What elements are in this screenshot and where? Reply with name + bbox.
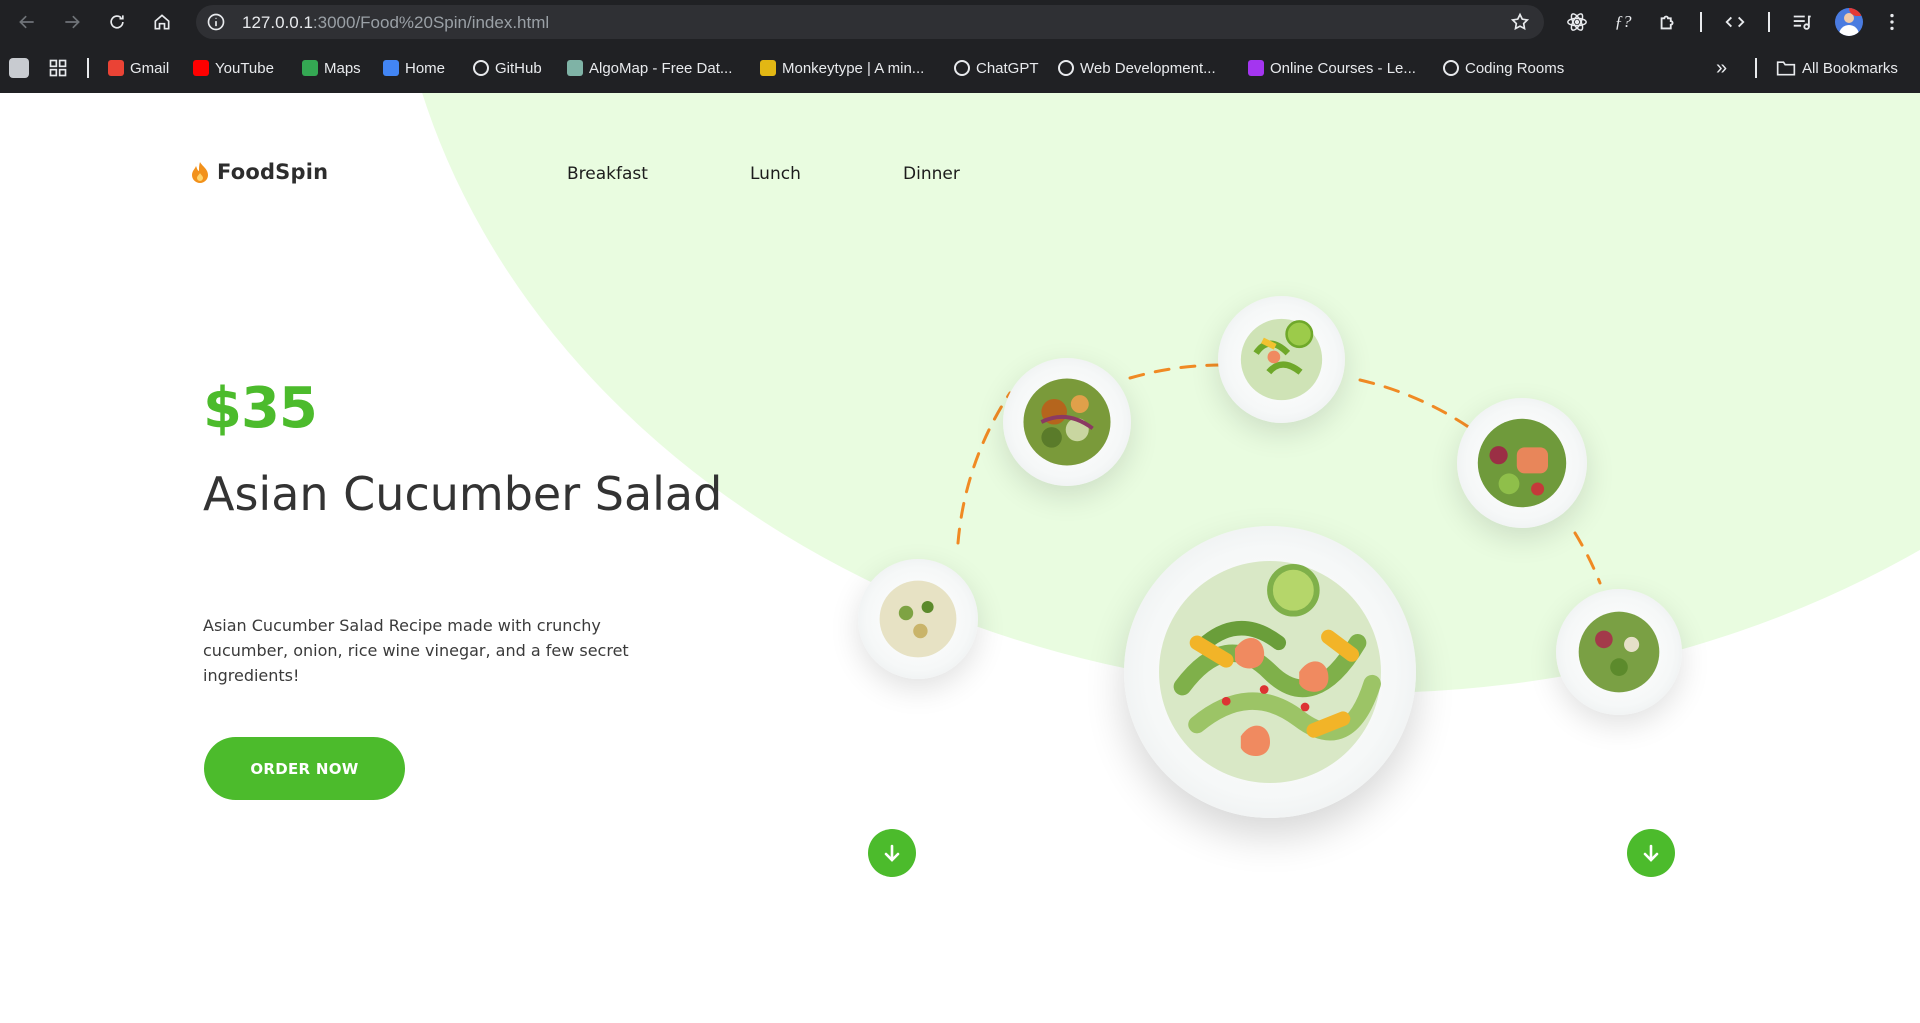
salad-image bbox=[1578, 611, 1660, 693]
site-info-icon[interactable] bbox=[206, 12, 226, 32]
scroll-down-left-button[interactable] bbox=[868, 829, 916, 877]
bookmark-item[interactable]: Gmail bbox=[108, 56, 169, 80]
address-bar[interactable]: 127.0.0.1:3000/Food%20Spin/index.html bbox=[196, 5, 1544, 39]
all-bookmarks-folder[interactable]: All Bookmarks bbox=[1776, 56, 1898, 80]
bookmark-item[interactable]: GitHub bbox=[473, 56, 542, 80]
bookmark-label: Monkeytype | A min... bbox=[782, 59, 925, 77]
maps-icon bbox=[302, 60, 318, 76]
chatgpt-icon bbox=[954, 60, 970, 76]
bookmark-label: YouTube bbox=[215, 59, 274, 77]
font-finder-icon[interactable]: ƒ? bbox=[1611, 10, 1635, 34]
all-bookmarks-label: All Bookmarks bbox=[1802, 59, 1898, 77]
salad-plate-chicken[interactable] bbox=[1003, 358, 1131, 486]
bookmark-label: Maps bbox=[324, 59, 361, 77]
salad-image bbox=[1023, 378, 1111, 466]
salad-plate-salmon[interactable] bbox=[1457, 398, 1587, 528]
back-arrow-icon[interactable] bbox=[13, 8, 41, 36]
bookmarks-divider bbox=[87, 58, 89, 78]
github-icon bbox=[473, 60, 489, 76]
scroll-down-right-button[interactable] bbox=[1627, 829, 1675, 877]
reload-icon[interactable] bbox=[103, 8, 131, 36]
code-view-icon[interactable] bbox=[1723, 10, 1747, 34]
algomap-icon bbox=[567, 60, 583, 76]
gmail-icon bbox=[108, 60, 124, 76]
bookmark-label: ChatGPT bbox=[976, 59, 1039, 77]
bookmark-item[interactable]: Online Courses - Le... bbox=[1248, 56, 1416, 80]
salad-image bbox=[1240, 318, 1323, 401]
youtube-icon bbox=[193, 60, 209, 76]
salad-plate-cucumber-small[interactable] bbox=[1218, 296, 1345, 423]
salad-image bbox=[879, 580, 957, 658]
main-salad-plate[interactable] bbox=[1124, 526, 1416, 818]
folder-icon bbox=[1776, 61, 1796, 76]
udemy-icon bbox=[1058, 60, 1074, 76]
salad-plate-beet[interactable] bbox=[1556, 589, 1682, 715]
bookmark-item[interactable]: Home bbox=[383, 56, 445, 80]
bookmark-label: Coding Rooms bbox=[1465, 59, 1565, 77]
media-playlist-icon[interactable] bbox=[1790, 10, 1814, 34]
tab-group-icon[interactable] bbox=[9, 56, 29, 80]
foodspin-page: FoodSpin Breakfast Lunch Dinner $35 Asia… bbox=[0, 93, 1920, 1023]
brand-logo[interactable]: FoodSpin bbox=[190, 160, 328, 184]
dish-description: Asian Cucumber Salad Recipe made with cr… bbox=[203, 616, 629, 685]
salad-plate-rice[interactable] bbox=[858, 559, 978, 679]
apps-grid-icon[interactable] bbox=[48, 56, 68, 80]
more-menu-icon[interactable] bbox=[1880, 10, 1904, 34]
dish-title: Asian Cucumber Salad bbox=[203, 467, 723, 521]
dish-price: $35 bbox=[203, 376, 318, 441]
bookmark-label: Home bbox=[405, 59, 446, 77]
toolbar-divider bbox=[1768, 12, 1770, 32]
bookmark-item[interactable]: Monkeytype | A min... bbox=[760, 56, 924, 80]
google-icon bbox=[383, 60, 399, 76]
bookmark-item[interactable]: AlgoMap - Free Dat... bbox=[567, 56, 732, 80]
online-courses-icon bbox=[1248, 60, 1264, 76]
bookmark-item[interactable]: ChatGPT bbox=[954, 56, 1039, 80]
bookmarks-overflow-chevron-icon[interactable]: » bbox=[1716, 56, 1727, 80]
bookmark-label: Web Development... bbox=[1080, 59, 1216, 77]
order-now-button[interactable]: ORDER NOW bbox=[204, 737, 405, 800]
forward-arrow-icon[interactable] bbox=[58, 8, 86, 36]
nav-dinner[interactable]: Dinner bbox=[903, 164, 960, 184]
salad-image bbox=[1477, 418, 1567, 508]
asian-cucumber-salad-image bbox=[1159, 561, 1381, 783]
browser-toolbar: 127.0.0.1:3000/Food%20Spin/index.html ƒ? bbox=[0, 0, 1920, 45]
url-text[interactable]: 127.0.0.1:3000/Food%20Spin/index.html bbox=[242, 13, 549, 33]
bookmark-item[interactable]: YouTube bbox=[193, 56, 274, 80]
coding-rooms-icon bbox=[1443, 60, 1459, 76]
browser-chrome: 127.0.0.1:3000/Food%20Spin/index.html ƒ?… bbox=[0, 0, 1920, 93]
santa-hat-icon bbox=[1849, 8, 1861, 16]
bookmark-item[interactable]: Coding Rooms bbox=[1443, 56, 1564, 80]
bookmark-label: Online Courses - Le... bbox=[1270, 59, 1416, 77]
url-host: 127.0.0.1 bbox=[242, 13, 313, 32]
flame-icon bbox=[192, 162, 208, 183]
arrow-down-icon bbox=[1643, 844, 1659, 862]
brand-name: FoodSpin bbox=[217, 160, 329, 184]
square-icon bbox=[9, 58, 29, 78]
react-devtools-icon[interactable] bbox=[1565, 10, 1589, 34]
bookmark-item[interactable]: Web Development... bbox=[1058, 56, 1216, 80]
toolbar-divider bbox=[1700, 12, 1702, 32]
monkeytype-icon bbox=[760, 60, 776, 76]
bookmark-label: GitHub bbox=[495, 59, 542, 77]
bookmark-item[interactable]: Maps bbox=[302, 56, 361, 80]
nav-breakfast[interactable]: Breakfast bbox=[567, 164, 648, 184]
bookmark-label: AlgoMap - Free Dat... bbox=[589, 59, 733, 77]
bookmarks-divider bbox=[1755, 58, 1757, 78]
extensions-icon[interactable] bbox=[1656, 10, 1680, 34]
overflow-label: » bbox=[1716, 56, 1728, 79]
bookmark-label: Gmail bbox=[130, 59, 170, 77]
bookmark-star-icon[interactable] bbox=[1510, 12, 1530, 32]
url-path: :3000/Food%20Spin/index.html bbox=[312, 13, 550, 32]
profile-avatar[interactable] bbox=[1835, 8, 1863, 36]
arrow-down-icon bbox=[884, 844, 900, 862]
nav-lunch[interactable]: Lunch bbox=[750, 164, 801, 184]
home-icon[interactable] bbox=[148, 8, 176, 36]
